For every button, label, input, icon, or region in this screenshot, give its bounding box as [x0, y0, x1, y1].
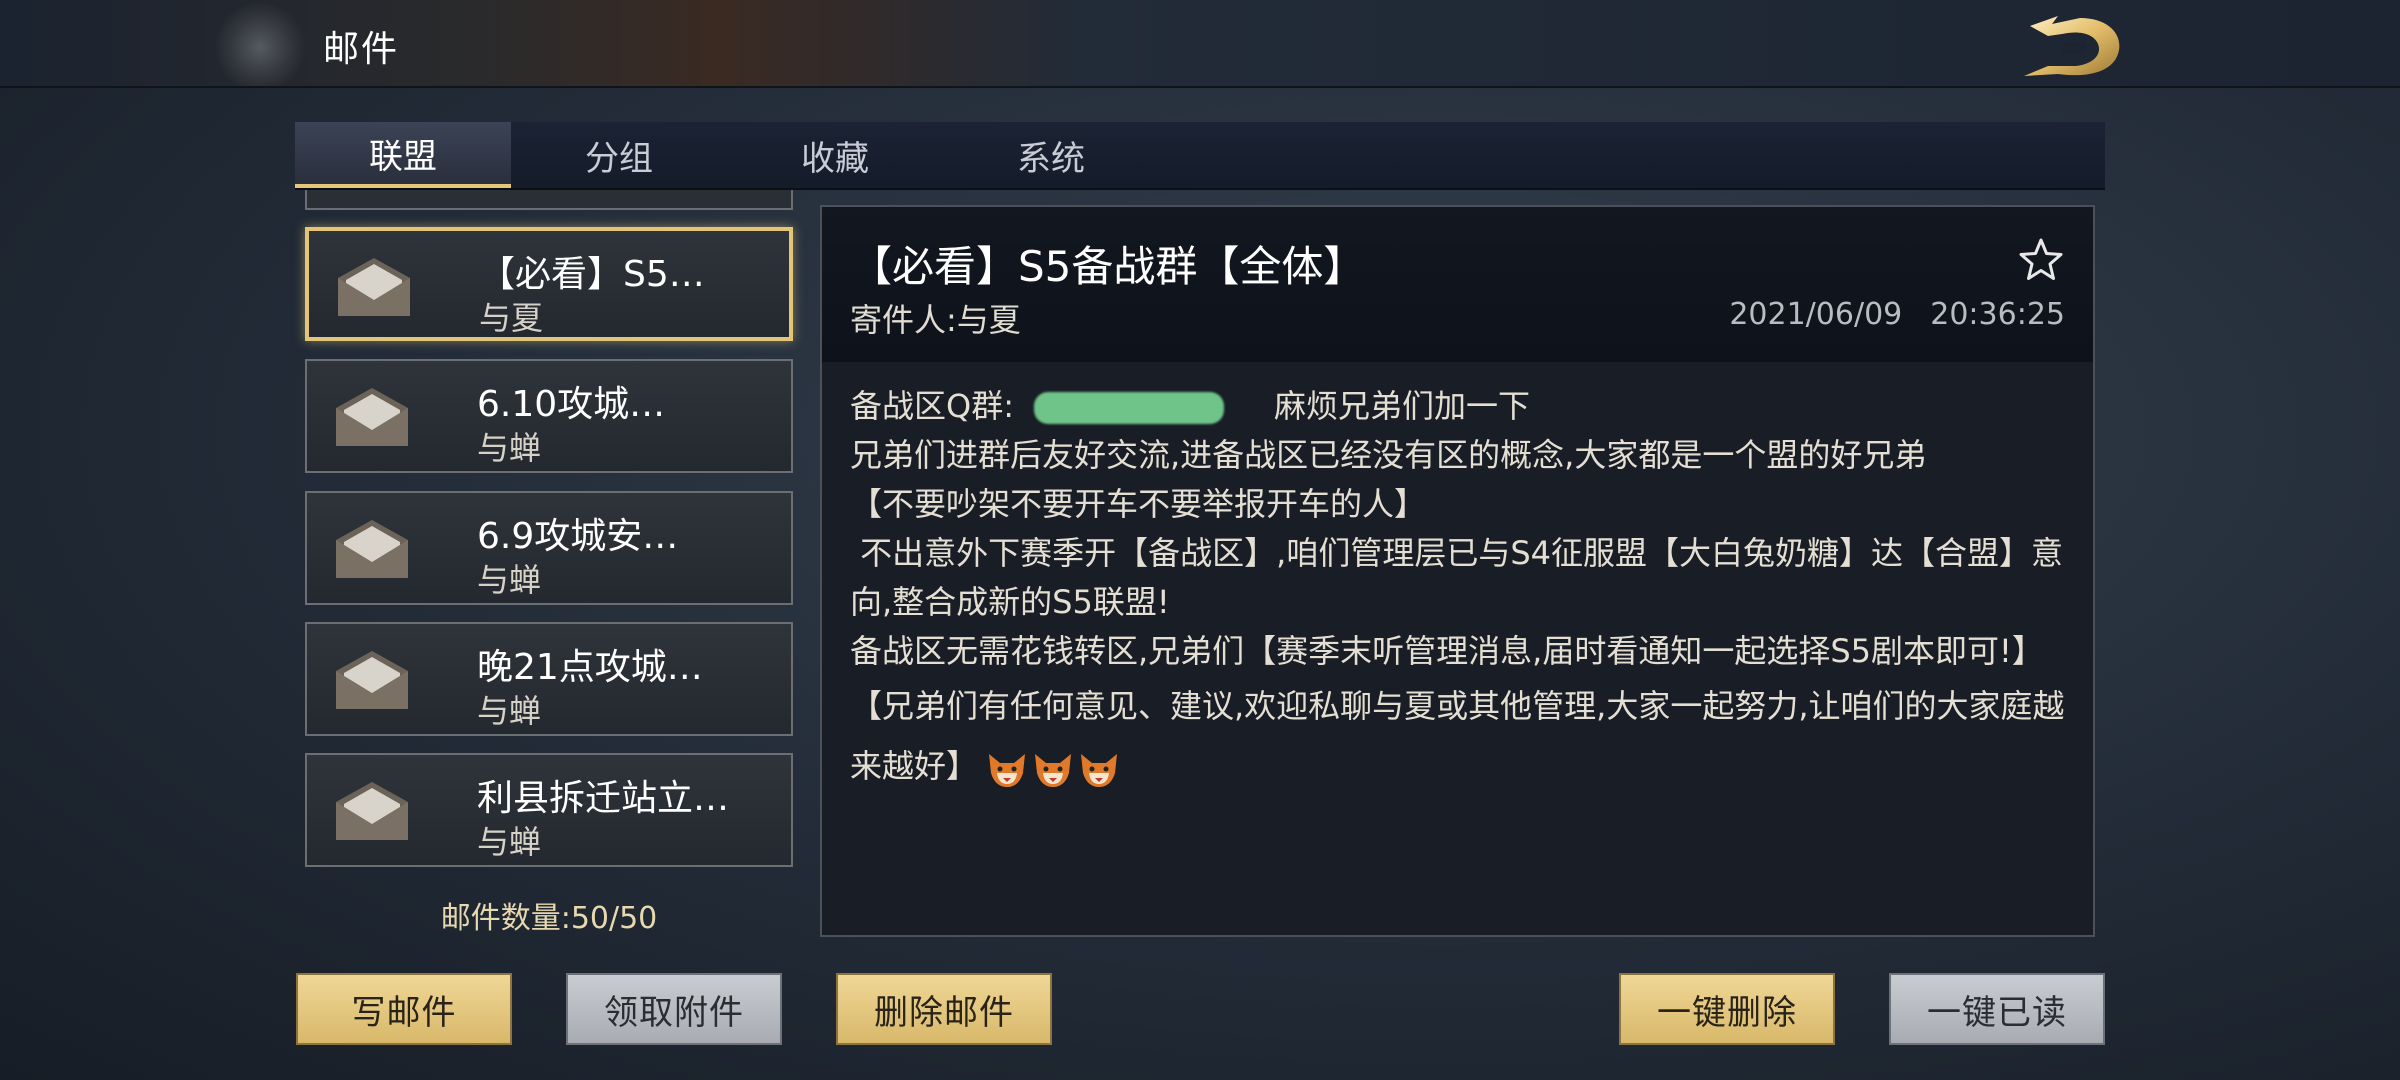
mail-time: 20:36:25 [1930, 297, 2065, 332]
fox-emoji-icon [1081, 754, 1118, 787]
qq-group-label: 备战区Q群: [850, 387, 1014, 425]
envelope-icon [336, 651, 408, 709]
tab-bar: 联盟 分组 收藏 系统 [295, 122, 2105, 190]
sender-label: 寄件人: [850, 301, 957, 339]
mail-subject: 6.9攻城安… [477, 516, 679, 557]
dragon-logo-icon[interactable] [2018, 6, 2130, 82]
redacted-number [1033, 392, 1224, 424]
mail-detail-panel: 【必看】S5备战群【全体】 寄件人:与夏 2021/06/09 20:36:25 … [820, 205, 2095, 937]
star-icon[interactable] [2018, 237, 2064, 283]
delete-mail-button[interactable]: 删除邮件 [836, 973, 1052, 1045]
envelope-icon [338, 258, 410, 316]
envelope-icon [336, 388, 408, 446]
mail-count: 邮件数量:50/50 [305, 893, 793, 937]
mail-list-item[interactable]: 6.10攻城… 与蝉 [305, 359, 793, 473]
fox-emoji-icon [1035, 754, 1072, 787]
body-line: 备战区Q群: 麻烦兄弟们加一下 [850, 382, 2070, 431]
write-mail-button[interactable]: 写邮件 [296, 973, 512, 1045]
mail-count-value: 50/50 [570, 901, 658, 936]
mail-detail-sender: 寄件人:与夏 [850, 295, 1021, 341]
tab-alliance[interactable]: 联盟 [295, 122, 511, 188]
mark-all-read-button[interactable]: 一键已读 [1889, 973, 2105, 1045]
mail-sender: 与蝉 [477, 823, 542, 861]
mail-subject: 利县拆迁站立… [477, 778, 730, 819]
mail-subject: 6.10攻城… [477, 384, 666, 425]
page-title: 邮件 [323, 29, 400, 70]
body-line: 【不要吵架不要开车不要举报开车的人】 [850, 485, 1427, 523]
mail-list-item[interactable]: 6.9攻城安… 与蝉 [305, 491, 793, 605]
top-bar: 邮件 [0, 0, 2400, 88]
body-line: 兄弟们进群后友好交流,进备战区已经没有区的概念,大家都是一个盟的好兄弟 [850, 436, 1927, 474]
mail-detail-header: 【必看】S5备战群【全体】 寄件人:与夏 2021/06/09 20:36:25 [822, 207, 2093, 362]
mail-detail-timestamp: 2021/06/09 20:36:25 [1729, 297, 2065, 332]
mail-list-item[interactable]: 【必看】S5… 与夏 [305, 227, 793, 341]
mail-date: 2021/06/09 [1729, 297, 1903, 332]
mail-body: 备战区Q群: 麻烦兄弟们加一下 兄弟们进群后友好交流,进备战区已经没有区的概念,大… [850, 382, 2070, 798]
mail-sender: 与蝉 [477, 692, 542, 730]
mail-sender: 与蝉 [477, 429, 542, 467]
body-line: 不出意外下赛季开【备战区】,咱们管理层已与S4征服盟【大白兔奶糖】达【合盟】意向… [850, 534, 2064, 621]
body-line: 备战区无需花钱转区,兄弟们【赛季末听管理消息,届时看通知一起选择S5剧本即可!】 [850, 632, 2044, 670]
tab-group[interactable]: 分组 [511, 122, 727, 188]
delete-all-button[interactable]: 一键删除 [1619, 973, 1835, 1045]
body-text: 麻烦兄弟们加一下 [1273, 387, 1530, 425]
sender-name: 与夏 [956, 301, 1021, 339]
mail-list-item[interactable]: 晚21点攻城… 与蝉 [305, 622, 793, 736]
mail-count-label: 邮件数量: [440, 901, 571, 936]
tab-favorites[interactable]: 收藏 [727, 122, 943, 188]
mail-detail-title: 【必看】S5备战群【全体】 [850, 242, 1366, 291]
tab-system[interactable]: 系统 [943, 122, 1159, 188]
mail-subject: 【必看】S5… [479, 254, 705, 295]
emoji-row [986, 738, 1124, 798]
envelope-icon [336, 782, 408, 840]
body-line: 【兄弟们有任何意见、建议,欢迎私聊与夏或其他管理,大家一起努力,让咱们的大家庭越… [850, 676, 2070, 798]
claim-attachment-button[interactable]: 领取附件 [566, 973, 782, 1045]
list-item-partial[interactable] [305, 190, 793, 210]
mail-sender: 与蝉 [477, 561, 542, 599]
mail-list-item[interactable]: 利县拆迁站立… 与蝉 [305, 753, 793, 867]
mail-subject: 晚21点攻城… [477, 647, 703, 688]
mail-sender: 与夏 [479, 299, 544, 337]
fox-emoji-icon [989, 754, 1026, 787]
header-decoration [215, 0, 305, 86]
envelope-icon [336, 520, 408, 578]
